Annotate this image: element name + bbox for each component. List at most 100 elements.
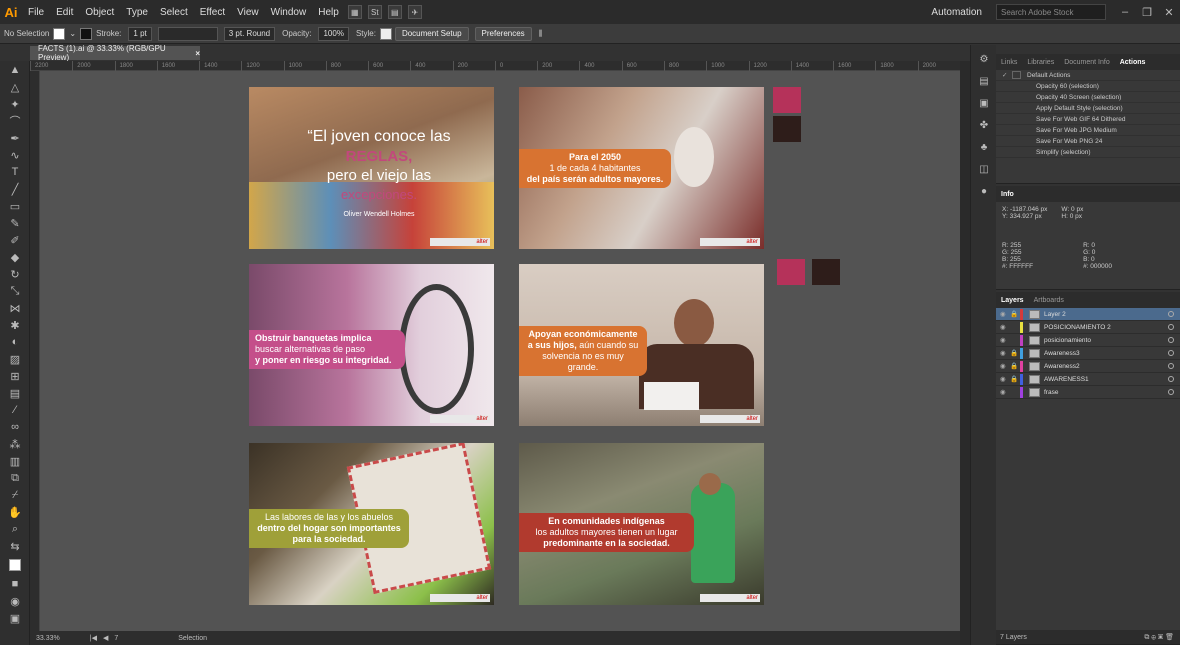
shaper-tool-icon[interactable]: ✐ xyxy=(4,232,26,248)
rotate-tool-icon[interactable]: ↻ xyxy=(4,266,26,282)
color-chip-dark[interactable] xyxy=(773,116,801,142)
search-stock-input[interactable]: Search Adobe Stock xyxy=(996,4,1106,20)
lock-icon[interactable]: 🔒 xyxy=(1010,375,1020,383)
menu-view[interactable]: View xyxy=(231,7,265,18)
layers-icon[interactable]: ◫ xyxy=(975,161,993,177)
target-icon[interactable] xyxy=(1168,324,1174,330)
artboard-household[interactable]: Las labores de las y los abuelos dentro … xyxy=(249,443,494,605)
puppet-warp-icon[interactable]: ✱ xyxy=(4,317,26,333)
action-item[interactable]: Save For Web PNG 24 xyxy=(996,136,1180,147)
target-icon[interactable] xyxy=(1168,389,1174,395)
vertical-scrollbar[interactable] xyxy=(960,61,970,645)
workspace-switcher[interactable]: Automation xyxy=(925,7,988,18)
target-icon[interactable] xyxy=(1168,311,1174,317)
magic-wand-icon[interactable]: ✦ xyxy=(4,96,26,112)
type-tool-icon[interactable]: T xyxy=(4,164,26,180)
color-icon[interactable]: ● xyxy=(975,183,993,199)
menu-select[interactable]: Select xyxy=(154,7,194,18)
shape-builder-icon[interactable]: ◐ xyxy=(4,334,26,350)
first-artboard-icon[interactable]: |◀ xyxy=(90,634,97,642)
menu-object[interactable]: Object xyxy=(79,7,120,18)
close-tab-icon[interactable]: × xyxy=(195,49,200,58)
screen-mode-icon[interactable]: ▣ xyxy=(4,610,26,626)
artboard-sidewalks[interactable]: Obstruir banquetas implica buscar altern… xyxy=(249,264,494,426)
lock-icon[interactable]: 🔒 xyxy=(1010,349,1020,357)
layer-actions-icons[interactable]: ⧉ ⊕ ▣ 🗑 xyxy=(1144,633,1174,642)
layer-row[interactable]: ◉ POSICIONAMIENTO 2 xyxy=(996,321,1180,334)
lock-icon[interactable]: 🔒 xyxy=(1010,362,1020,370)
mesh-tool-icon[interactable]: ⊞ xyxy=(4,368,26,384)
graphic-style-swatch[interactable] xyxy=(379,27,392,40)
menu-file[interactable]: File xyxy=(22,7,50,18)
target-icon[interactable] xyxy=(1168,350,1174,356)
scale-tool-icon[interactable]: ⤡ xyxy=(4,283,26,299)
artboard-number[interactable]: 7 xyxy=(114,635,118,642)
blend-tool-icon[interactable]: ∞ xyxy=(4,419,26,435)
zoom-tool-icon[interactable]: ⌕ xyxy=(4,521,26,537)
layer-row[interactable]: ◉ frase xyxy=(996,386,1180,399)
direct-selection-tool-icon[interactable]: △ xyxy=(4,79,26,95)
chevron-down-icon[interactable]: ⌄ xyxy=(69,29,76,38)
layer-row[interactable]: ◉ 🔒 Awareness3 xyxy=(996,347,1180,360)
color-chip-magenta-2[interactable] xyxy=(777,259,805,285)
eyedropper-icon[interactable]: ⁄ xyxy=(4,402,26,418)
stroke-weight-field[interactable]: 1 pt xyxy=(128,26,152,41)
fill-swatch[interactable] xyxy=(53,27,66,40)
eye-icon[interactable]: ◉ xyxy=(1000,362,1010,370)
properties-icon[interactable]: ⚙ xyxy=(975,51,993,67)
tab-libraries[interactable]: Libraries xyxy=(1022,59,1059,66)
menu-edit[interactable]: Edit xyxy=(50,7,79,18)
artboard-economic-support[interactable]: Apoyan económicamente a sus hijos, aún c… xyxy=(519,264,764,426)
image-trace-icon[interactable]: ▣ xyxy=(975,95,993,111)
stroke-swatch[interactable] xyxy=(80,27,93,40)
tab-layers[interactable]: Layers xyxy=(996,297,1029,304)
eye-icon[interactable]: ◉ xyxy=(1000,349,1010,357)
action-item[interactable]: Simplify (selection) xyxy=(996,147,1180,158)
action-set[interactable]: ✓ Default Actions xyxy=(996,70,1180,81)
action-item[interactable]: Opacity 60 (selection) xyxy=(996,81,1180,92)
eye-icon[interactable]: ◉ xyxy=(1000,336,1010,344)
pen-tool-icon[interactable]: ✒ xyxy=(4,130,26,146)
line-tool-icon[interactable]: ╱ xyxy=(4,181,26,197)
libraries-icon[interactable]: ▤ xyxy=(975,73,993,89)
perspective-grid-icon[interactable]: ▨ xyxy=(4,351,26,367)
color-mode-icon[interactable]: ■ xyxy=(4,576,26,592)
eraser-icon[interactable]: ◆ xyxy=(4,249,26,265)
curvature-tool-icon[interactable]: ∿ xyxy=(4,147,26,163)
target-icon[interactable] xyxy=(1168,363,1174,369)
tab-info[interactable]: Info xyxy=(996,191,1019,198)
slice-tool-icon[interactable]: ⌿ xyxy=(4,487,26,503)
bridge-icon[interactable]: ▦ xyxy=(347,5,362,19)
action-item[interactable]: Save For Web JPG Medium xyxy=(996,125,1180,136)
layer-row[interactable]: ◉ posicionamiento xyxy=(996,334,1180,347)
rectangle-tool-icon[interactable]: ▭ xyxy=(4,198,26,214)
color-chip-dark-2[interactable] xyxy=(812,259,840,285)
tab-artboards[interactable]: Artboards xyxy=(1029,297,1069,304)
symbols-icon[interactable]: ✤ xyxy=(975,117,993,133)
eye-icon[interactable]: ◉ xyxy=(1000,310,1010,318)
paintbrush-icon[interactable]: ✎ xyxy=(4,215,26,231)
target-icon[interactable] xyxy=(1168,376,1174,382)
tab-document-info[interactable]: Document Info xyxy=(1059,59,1115,66)
eye-icon[interactable]: ◉ xyxy=(1000,323,1010,331)
layer-row[interactable]: ◉ 🔒 Awareness2 xyxy=(996,360,1180,373)
opacity-field[interactable]: 100% xyxy=(318,26,349,41)
swap-colors-icon[interactable]: ⇆ xyxy=(4,538,26,554)
menu-window[interactable]: Window xyxy=(265,7,313,18)
eye-icon[interactable]: ◉ xyxy=(1000,375,1010,383)
gpu-performance-icon[interactable]: ✈ xyxy=(407,5,422,19)
action-item[interactable]: Apply Default Style (selection) xyxy=(996,103,1180,114)
fill-stroke-icon[interactable] xyxy=(4,555,26,575)
variable-width-profile[interactable] xyxy=(157,26,218,41)
eye-icon[interactable]: ◉ xyxy=(1000,388,1010,396)
menu-type[interactable]: Type xyxy=(120,7,154,18)
close-icon[interactable]: ✕ xyxy=(1158,0,1180,24)
lock-icon[interactable]: 🔒 xyxy=(1010,310,1020,318)
brush-definition[interactable]: 3 pt. Round xyxy=(223,26,276,41)
artboard-quote[interactable]: “El joven conoce las REGLAS, pero el vie… xyxy=(249,87,494,249)
document-setup-button[interactable]: Document Setup xyxy=(394,26,469,41)
artboard-2050[interactable]: Para el 2050 1 de cada 4 habitantes del … xyxy=(519,87,764,249)
hand-tool-icon[interactable]: ✋ xyxy=(4,504,26,520)
draw-mode-icon[interactable]: ◉ xyxy=(4,593,26,609)
align-icon[interactable]: ⫼ xyxy=(539,29,543,39)
